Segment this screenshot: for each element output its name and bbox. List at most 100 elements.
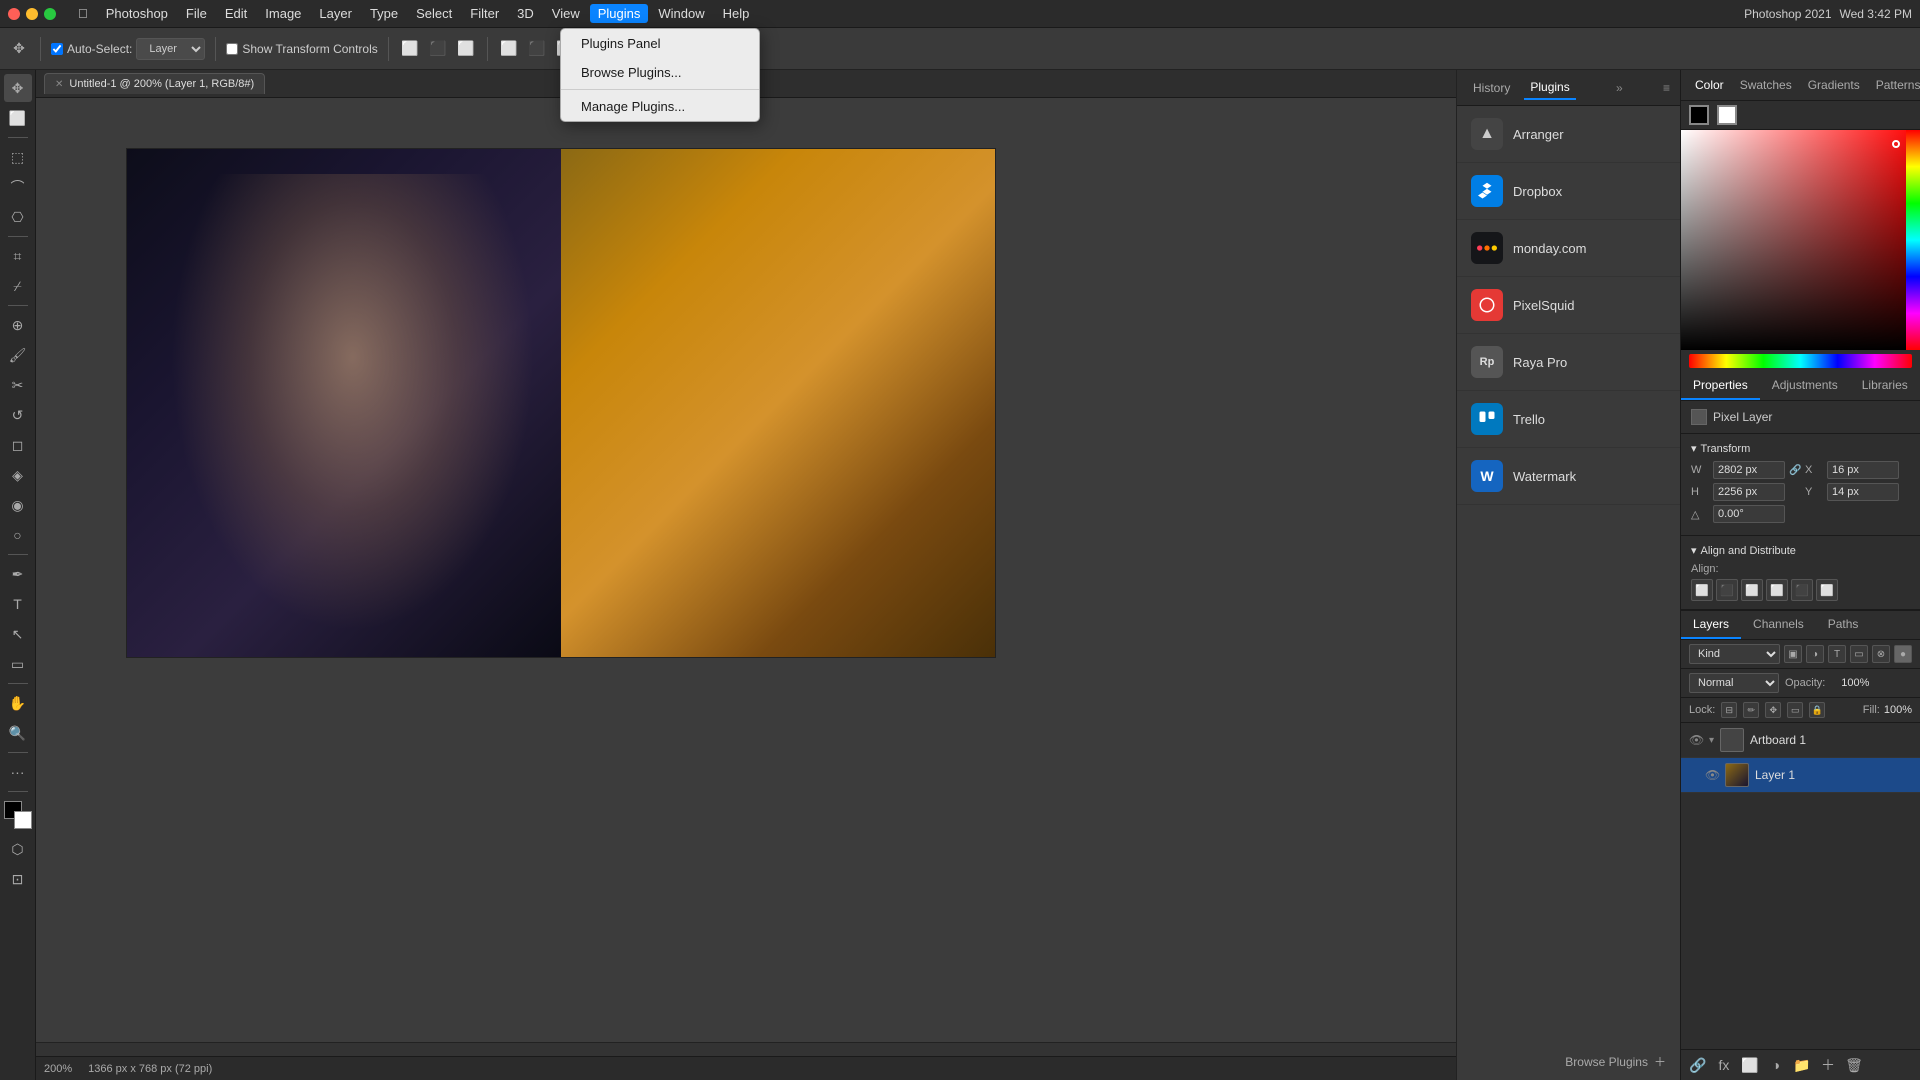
align-left-btn[interactable]: ⬜ [1691,579,1713,601]
eyedropper-tool[interactable]: ⌿ [4,272,32,300]
canvas-viewport[interactable]: Artboard 1 [36,98,1456,1042]
document-tab[interactable]: ✕ Untitled-1 @ 200% (Layer 1, RGB/8#) [44,73,265,94]
dodge-tool[interactable]: ○ [4,521,32,549]
filter-pixel-icon[interactable]: ▣ [1784,645,1802,663]
plugin-trello[interactable]: Trello [1457,391,1680,448]
link-layers-btn[interactable]: 🔗 [1687,1054,1709,1076]
align-center-btn[interactable]: ⬛ [1716,579,1738,601]
align-left-icon[interactable]: ⬜ [399,38,421,60]
panel-expand-icon[interactable]: » [1616,81,1623,95]
swatches-tab[interactable]: Swatches [1736,76,1796,94]
eraser-tool[interactable]: ◻ [4,431,32,459]
plugin-watermark[interactable]: W Watermark [1457,448,1680,505]
transform-w-input[interactable] [1713,461,1785,479]
transform-h-input[interactable] [1713,483,1785,501]
plugins-dropdown-menu[interactable]: Plugins Panel Browse Plugins... Manage P… [560,28,760,122]
menu-help[interactable]: Help [715,4,758,23]
align-right-icon[interactable]: ⬜ [455,38,477,60]
color-foreground-swatch[interactable] [1689,105,1709,125]
menu-edit[interactable]: Edit [217,4,255,23]
background-color[interactable] [14,811,32,829]
history-tab[interactable]: History [1467,77,1516,99]
layers-tab[interactable]: Layers [1681,611,1741,639]
artboard-layer-name[interactable]: Artboard 1 [1750,733,1912,747]
add-mask-btn[interactable]: ⬜ [1739,1054,1761,1076]
align-center-v-icon[interactable]: ⬛ [526,38,548,60]
minimize-button[interactable] [26,8,38,20]
dropdown-manage-plugins[interactable]: Manage Plugins... [561,92,759,121]
auto-select-mode[interactable]: Layer Group [136,38,205,60]
channels-tab[interactable]: Channels [1741,611,1816,639]
paths-tab[interactable]: Paths [1816,611,1871,639]
pen-tool[interactable]: ✒ [4,560,32,588]
move-tool-icon[interactable]: ✥ [8,38,30,60]
shape-tool[interactable]: ▭ [4,650,32,678]
screen-mode[interactable]: ⊡ [4,865,32,893]
horizontal-scrollbar[interactable] [36,1042,1456,1056]
menu-layer[interactable]: Layer [311,4,360,23]
path-select-tool[interactable]: ↖ [4,620,32,648]
menu-type[interactable]: Type [362,4,406,23]
hand-tool[interactable]: ✋ [4,689,32,717]
new-group-btn[interactable]: 📁 [1791,1054,1813,1076]
blend-mode-select[interactable]: Normal Multiply Screen [1689,673,1779,693]
panel-menu-icon[interactable]: ≡ [1663,81,1670,95]
artboard-tool[interactable]: ⬜ [4,104,32,132]
layer-item-artboard[interactable]: 👁 ▾ Artboard 1 [1681,723,1920,758]
color-boxes[interactable] [4,801,32,829]
menu-image[interactable]: Image [257,4,309,23]
menu-plugins[interactable]: Plugins [590,4,649,23]
lock-all-icon[interactable]: 🔒 [1809,702,1825,718]
menu-3d[interactable]: 3D [509,4,542,23]
patterns-tab[interactable]: Patterns [1872,76,1920,94]
filter-toggle[interactable]: ● [1894,645,1912,663]
align-center-h-icon[interactable]: ⬛ [427,38,449,60]
color-hue-slider[interactable] [1689,354,1912,368]
layer1-name[interactable]: Layer 1 [1755,768,1912,782]
adjustments-tab[interactable]: Adjustments [1760,372,1850,400]
artboard-visibility[interactable]: 👁 [1689,733,1703,747]
lock-draw-icon[interactable]: ✏ [1743,702,1759,718]
color-tab[interactable]: Color [1691,76,1728,94]
new-layer-btn[interactable]: ＋ [1817,1054,1839,1076]
align-right-btn[interactable]: ⬜ [1741,579,1763,601]
transform-y-input[interactable] [1827,483,1899,501]
filter-kind-select[interactable]: Kind [1689,644,1780,664]
transform-controls-checkbox[interactable]: Show Transform Controls [226,42,377,56]
zoom-tool[interactable]: 🔍 [4,719,32,747]
filter-adj-icon[interactable]: ◑ [1806,645,1824,663]
transform-x-input[interactable] [1827,461,1899,479]
libraries-tab[interactable]: Libraries [1850,372,1920,400]
dropdown-plugins-panel[interactable]: Plugins Panel [561,29,759,58]
transform-controls-input[interactable] [226,43,238,55]
menu-photoshop[interactable]: Photoshop [98,4,176,23]
quick-mask[interactable]: ⬡ [4,835,32,863]
maximize-button[interactable] [44,8,56,20]
delete-layer-btn[interactable]: 🗑 [1843,1054,1865,1076]
history-brush[interactable]: ↺ [4,401,32,429]
gradients-tab[interactable]: Gradients [1804,76,1864,94]
plugin-rayapro[interactable]: Rp Raya Pro [1457,334,1680,391]
properties-tab[interactable]: Properties [1681,372,1760,400]
browse-plugins-row[interactable]: Browse Plugins ＋ [1457,1043,1680,1080]
plugin-pixelsquid[interactable]: PixelSquid [1457,277,1680,334]
quick-select-tool[interactable]: ⎔ [4,203,32,231]
add-style-btn[interactable]: fx [1713,1054,1735,1076]
auto-select-input[interactable] [51,43,63,55]
menu-filter[interactable]: Filter [462,4,507,23]
auto-select-checkbox[interactable]: Auto-Select: [51,42,132,56]
align-bottom-btn[interactable]: ⬜ [1816,579,1838,601]
lock-trans-icon[interactable]: ⊟ [1721,702,1737,718]
transform-angle-input[interactable] [1713,505,1785,523]
new-adj-btn[interactable]: ◑ [1765,1054,1787,1076]
marquee-tool[interactable]: ⬚ [4,143,32,171]
opacity-value[interactable]: 100% [1829,677,1869,689]
filter-smart-icon[interactable]: ⊗ [1872,645,1890,663]
gradient-tool[interactable]: ◈ [4,461,32,489]
transform-header[interactable]: ▾ Transform [1691,442,1910,455]
layer1-visibility[interactable]: 👁 [1705,768,1719,782]
fill-value[interactable]: 100% [1884,704,1912,716]
menu-window[interactable]: Window [650,4,712,23]
align-header[interactable]: ▾ Align and Distribute [1691,544,1910,557]
lock-artboard-icon[interactable]: ▭ [1787,702,1803,718]
